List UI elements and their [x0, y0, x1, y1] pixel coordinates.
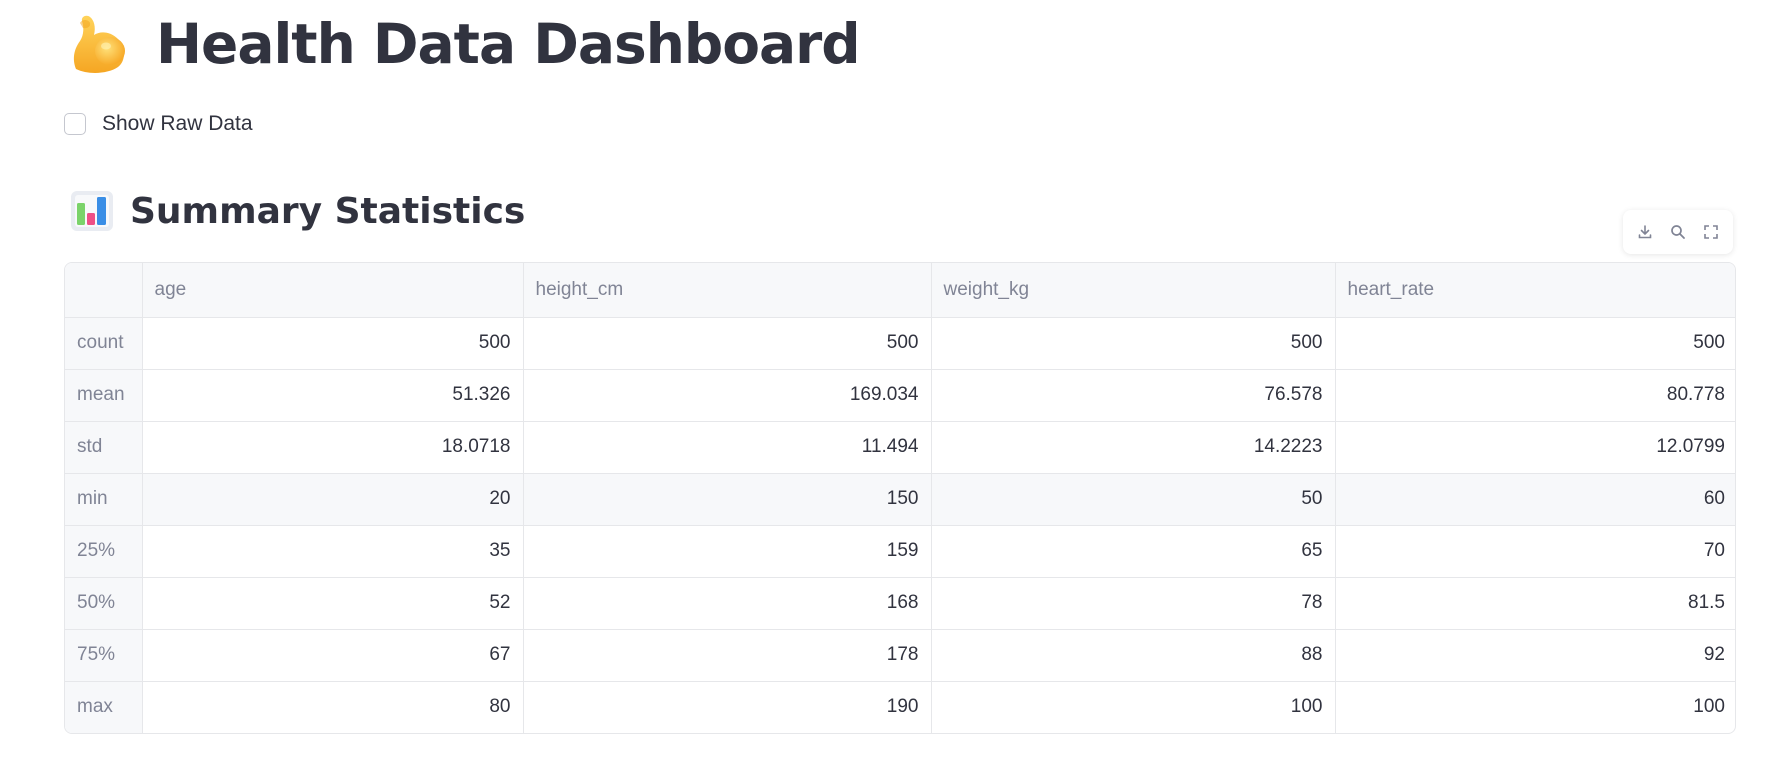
table-cell[interactable]: 500 [1335, 317, 1735, 370]
table-cell[interactable]: 178 [523, 629, 932, 682]
table-cell[interactable]: 51.326 [142, 369, 524, 422]
column-header-weight-kg[interactable]: weight_kg [931, 263, 1336, 318]
table-row: min 20 150 50 60 [65, 473, 1735, 526]
column-header-height-cm[interactable]: height_cm [523, 263, 932, 318]
table-row: count 500 500 500 500 [65, 317, 1735, 370]
table-toolbar [1623, 210, 1733, 254]
table-cell[interactable]: 168 [523, 577, 932, 630]
table-cell[interactable]: 52 [142, 577, 524, 630]
table-cell[interactable]: 92 [1335, 629, 1735, 682]
table-cell[interactable]: 169.034 [523, 369, 932, 422]
table-cell[interactable]: 100 [1335, 681, 1735, 733]
checkbox-box[interactable] [64, 113, 86, 135]
table-row: std 18.0718 11.494 14.2223 12.0799 [65, 421, 1735, 474]
table-cell[interactable]: 81.5 [1335, 577, 1735, 630]
row-label: 50% [65, 577, 143, 630]
show-raw-data-checkbox[interactable]: Show Raw Data [64, 112, 253, 136]
table-cell[interactable]: 11.494 [523, 421, 932, 474]
table-cell[interactable]: 500 [931, 317, 1336, 370]
column-header-age[interactable]: age [142, 263, 524, 318]
table-cell[interactable]: 190 [523, 681, 932, 733]
table-row: 25% 35 159 65 70 [65, 525, 1735, 578]
table-row: 50% 52 168 78 81.5 [65, 577, 1735, 630]
flexed-biceps-icon [73, 15, 125, 73]
search-icon [1671, 225, 1685, 239]
table-cell[interactable]: 100 [931, 681, 1336, 733]
bar-chart-icon [71, 191, 113, 231]
table-row: mean 51.326 169.034 76.578 80.778 [65, 369, 1735, 422]
table-cell[interactable]: 88 [931, 629, 1336, 682]
table-cell[interactable]: 80.778 [1335, 369, 1735, 422]
table-cell[interactable]: 80 [142, 681, 524, 733]
page-header: Health Data Dashboard [66, 6, 861, 82]
table-cell[interactable]: 60 [1335, 473, 1735, 526]
table-cell[interactable]: 67 [142, 629, 524, 682]
fullscreen-icon [1703, 225, 1718, 239]
checkbox-label[interactable]: Show Raw Data [102, 112, 253, 136]
table-cell[interactable]: 500 [142, 317, 524, 370]
column-header-index [65, 263, 143, 318]
table-cell[interactable]: 20 [142, 473, 524, 526]
page-title: Health Data Dashboard [156, 12, 861, 76]
column-header-heart-rate[interactable]: heart_rate [1335, 263, 1735, 318]
row-label: min [65, 473, 143, 526]
table-cell[interactable]: 70 [1335, 525, 1735, 578]
table-cell[interactable]: 18.0718 [142, 421, 524, 474]
row-label: count [65, 317, 143, 370]
summary-table[interactable]: age height_cm weight_kg heart_rate count… [64, 262, 1736, 734]
table-cell[interactable]: 78 [931, 577, 1336, 630]
download-button[interactable] [1632, 219, 1658, 245]
table-cell[interactable]: 150 [523, 473, 932, 526]
row-label: max [65, 681, 143, 733]
summary-header: Summary Statistics [70, 186, 525, 236]
row-label: 25% [65, 525, 143, 578]
row-label: std [65, 421, 143, 474]
download-icon [1639, 225, 1652, 239]
table-cell[interactable]: 35 [142, 525, 524, 578]
table-cell[interactable]: 76.578 [931, 369, 1336, 422]
table-cell[interactable]: 14.2223 [931, 421, 1336, 474]
fullscreen-button[interactable] [1698, 219, 1724, 245]
table-row: max 80 190 100 100 [65, 681, 1735, 733]
table-header-row: age height_cm weight_kg heart_rate [65, 263, 1735, 318]
table-cell[interactable]: 65 [931, 525, 1336, 578]
row-label: mean [65, 369, 143, 422]
table-cell[interactable]: 12.0799 [1335, 421, 1735, 474]
table-row: 75% 67 178 88 92 [65, 629, 1735, 682]
table-cell[interactable]: 500 [523, 317, 932, 370]
row-label: 75% [65, 629, 143, 682]
dashboard-page: Health Data Dashboard Show Raw Data Summ… [0, 0, 1771, 764]
table-cell[interactable]: 50 [931, 473, 1336, 526]
table-cell[interactable]: 159 [523, 525, 932, 578]
section-title: Summary Statistics [130, 190, 526, 232]
search-button[interactable] [1665, 219, 1691, 245]
